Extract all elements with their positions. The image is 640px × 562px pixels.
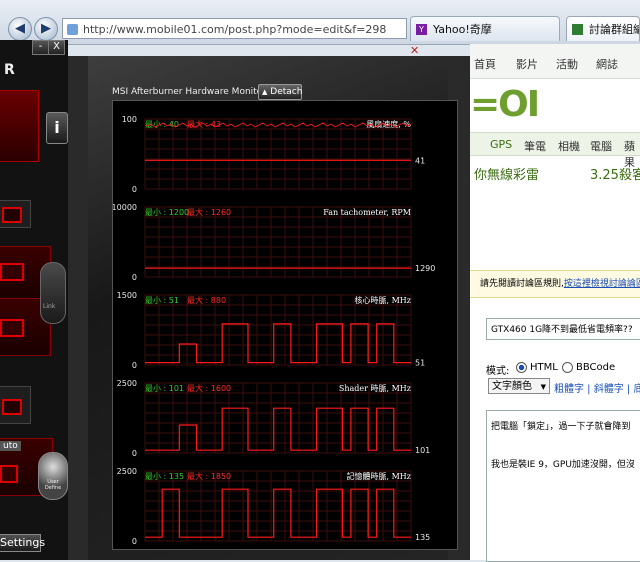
user-define-button[interactable]: User Define [38,452,68,500]
series-max-label: 最大 : 1260 [187,207,231,217]
color-select-value: 文字顏色 [492,381,532,392]
detach-icon: ▲ [262,88,267,96]
forward-button[interactable]: ▶ [34,17,58,41]
info-button[interactable]: i [46,112,68,144]
graph-area: 1000最小 : 40最大 : 43風扇速度, %41100000最小 : 12… [112,100,458,550]
address-url: http://www.mobile01.com/post.php?mode=ed… [83,23,386,36]
value-led-3 [0,319,24,337]
current-value-label: 1290 [415,264,435,273]
detach-button[interactable]: ▲ Detach [258,84,302,100]
forum-tab-icon [572,24,583,35]
color-select[interactable]: 文字顏色 ▼ [488,378,550,394]
cat-camera[interactable]: 相機 [558,138,580,154]
y-axis-top-label: 100 [122,115,137,124]
value-led-4 [2,399,22,415]
address-bar[interactable]: http://www.mobile01.com/post.php?mode=ed… [62,18,407,39]
mode-html-radio[interactable] [516,362,527,373]
monitor-title: MSI Afterburner Hardware Monitor [112,87,266,97]
series-line [145,489,411,537]
y-axis-bottom-label: 0 [132,361,137,370]
gpu-display [0,90,39,162]
nav-video[interactable]: 影片 [516,56,538,72]
current-value-label: 135 [415,533,430,542]
value-led-2 [0,263,24,281]
banner-price[interactable]: 3.25殺客 [590,164,640,183]
series-min-label: 最小 : 101 [145,384,184,393]
post-title-input[interactable]: GTX460 1G降不到最低省電頻率?? [486,318,640,340]
back-button[interactable]: ◀ [8,17,32,41]
y-axis-top-label: 10000 [113,203,137,212]
series-min-label: 最小 : 1200 [145,208,189,217]
mode-bbcode-label[interactable]: BBCode [576,362,615,373]
link-label: Link [43,303,55,310]
mode-html-label[interactable]: HTML [530,362,558,373]
cat-gps[interactable]: GPS [490,138,512,151]
series-max-label: 最大 : 1850 [187,471,231,481]
close-button[interactable]: X [48,40,65,55]
cat-laptop[interactable]: 筆電 [524,138,546,154]
browser-toolbar: ◀ ▶ http://www.mobile01.com/post.php?mod… [0,0,640,45]
format-links[interactable]: 粗體字 | 斜體字 | 底 [554,380,640,395]
y-axis-top-label: 2500 [117,379,137,388]
mode-bbcode-radio[interactable] [562,362,573,373]
monitor-graphs: 1000最小 : 40最大 : 43風扇速度, %41100000最小 : 12… [113,101,457,549]
cat-computer[interactable]: 電腦 [590,138,612,154]
notice-text: 請先閱讀討論區規則, [480,279,564,289]
series-max-label: 最大 : 1600 [187,383,231,393]
slider-row-1[interactable] [0,200,31,228]
editor-line-1: 把電腦「鎖定」，過一下子就會降到 [491,419,631,432]
y-axis-top-label: 2500 [117,467,137,476]
series-line [145,324,411,363]
series-max-label: 最大 : 880 [187,295,226,305]
user-define-label: User Define [41,479,65,491]
current-value-label: 101 [415,446,430,455]
y-axis-bottom-label: 0 [132,273,137,282]
series-line [145,408,411,450]
detach-label: Detach [270,87,302,97]
nav-blog[interactable]: 網誌 [596,56,618,72]
chevron-down-icon: ▼ [541,379,546,395]
auto-button[interactable]: uto [0,441,21,451]
series-title: Shader 時脈, MHz [339,383,411,393]
panel-title-fragment: R [4,62,15,78]
post-title-value: GTX460 1G降不到最低省電頻率?? [491,325,633,335]
forum-webpage: 首頁 影片 活動 網誌 =OI GPS 筆電 相機 電腦 蘋果 你無線彩雷 3.… [470,44,640,560]
tab-yahoo-label: Yahoo!奇摩 [433,23,492,36]
y-axis-bottom-label: 0 [132,537,137,546]
series-min-label: 最小 : 51 [145,296,179,305]
current-value-label: 41 [415,156,425,165]
tab-yahoo[interactable]: Y Yahoo!奇摩 [410,16,560,41]
y-axis-top-label: 1500 [117,291,137,300]
editor-line-2: 我也是裝IE 9，GPU加速沒開，但沒 [491,457,635,470]
slider-row-4[interactable] [0,386,31,424]
page-icon [67,24,78,35]
series-title: 核心時脈, MHz [355,295,411,305]
y-axis-bottom-label: 0 [132,449,137,458]
tab-forum[interactable]: 討論群組編 [566,16,640,41]
site-logo[interactable]: =OI [470,84,538,125]
yahoo-icon: Y [416,24,427,35]
y-axis-bottom-label: 0 [132,185,137,194]
post-editor[interactable]: 把電腦「鎖定」，過一下子就會降到 我也是裝IE 9，GPU加速沒開，但沒 [486,410,640,562]
notice-link[interactable]: 按這裡檢視討論論區 [564,279,640,289]
link-toggle[interactable]: Link [40,262,66,324]
settings-button[interactable]: Settings [0,534,41,552]
series-title: Fan tachometer, RPM [323,208,411,217]
nav-home[interactable]: 首頁 [474,56,496,72]
value-led-1 [2,207,22,223]
banner-title[interactable]: 你無線彩雷 [474,164,539,183]
mode-label: 模式: [486,362,509,377]
tab-forum-label: 討論群組編 [589,23,640,36]
afterburner-panel: R - X i Link uto User Define Settings [0,40,68,560]
series-min-label: 最小 : 135 [145,472,184,481]
nav-events[interactable]: 活動 [556,56,578,72]
minimize-button[interactable]: - [32,40,49,55]
value-led-5 [0,465,18,483]
current-value-label: 51 [415,359,425,368]
series-title: 記憶體時脈, MHz [347,471,411,481]
